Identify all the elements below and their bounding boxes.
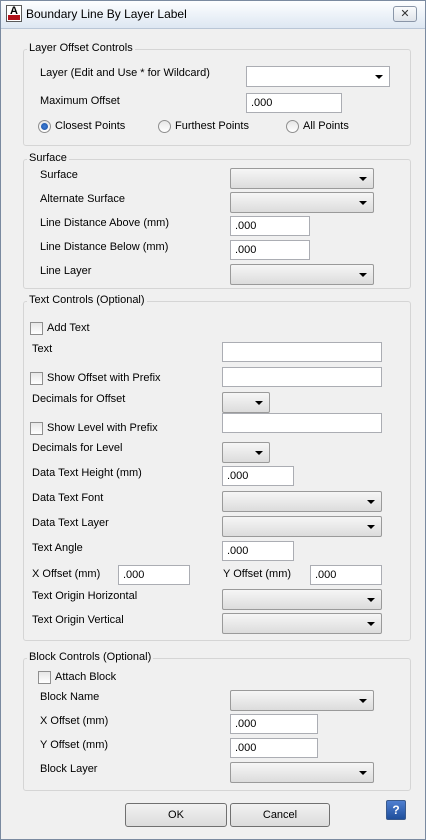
all-points-label: All Points [303,120,349,132]
data-text-font-dropdown[interactable] [222,491,382,512]
text-controls-legend: Text Controls (Optional) [27,294,147,306]
furthest-points-radio[interactable] [158,120,171,133]
text-y-offset-label: Y Offset (mm) [223,568,292,580]
chevron-down-icon [367,622,375,626]
layer-offset-legend: Layer Offset Controls [27,42,135,54]
origin-v-dropdown[interactable] [222,613,382,634]
text-input[interactable] [222,342,382,362]
show-offset-label: Show Offset with Prefix [47,372,161,384]
app-icon-badge [8,15,20,20]
chevron-down-icon [255,401,263,405]
close-button[interactable]: ✕ [393,6,417,22]
help-icon: ? [392,803,400,817]
data-text-height-input[interactable]: .000 [222,466,294,486]
offset-prefix-input[interactable] [222,367,382,387]
chevron-down-icon [359,201,367,205]
text-label: Text [32,343,53,355]
block-name-dropdown[interactable] [230,690,374,711]
furthest-points-label: Furthest Points [175,120,249,132]
all-points-radio[interactable] [286,120,299,133]
add-text-label: Add Text [47,322,90,334]
dist-below-input[interactable]: .000 [230,240,310,260]
closest-points-label: Closest Points [55,120,126,132]
block-layer-label: Block Layer [40,763,98,775]
max-offset-label: Maximum Offset [40,95,120,107]
attach-block-checkbox[interactable] [38,671,51,684]
decimals-offset-dropdown[interactable] [222,392,270,413]
block-x-offset-input[interactable]: .000 [230,714,318,734]
show-level-checkbox[interactable] [30,422,43,435]
cancel-button[interactable]: Cancel [230,803,330,827]
alt-surface-label: Alternate Surface [40,193,125,205]
chevron-down-icon [359,699,367,703]
chevron-down-icon [367,598,375,602]
ok-button[interactable]: OK [125,803,227,827]
dist-above-input[interactable]: .000 [230,216,310,236]
close-icon: ✕ [400,8,410,20]
autocad-app-icon: A [6,5,22,22]
help-button[interactable]: ? [386,800,406,820]
chevron-down-icon [367,500,375,504]
surface-legend: Surface [27,152,69,164]
text-angle-label: Text Angle [32,542,83,554]
line-layer-dropdown[interactable] [230,264,374,285]
dist-above-label: Line Distance Above (mm) [40,217,169,229]
block-y-offset-label: Y Offset (mm) [40,739,109,751]
chevron-down-icon [375,75,383,79]
show-level-label: Show Level with Prefix [47,422,158,434]
closest-points-radio[interactable] [38,120,51,133]
data-text-height-label: Data Text Height (mm) [32,467,142,479]
data-text-font-label: Data Text Font [32,492,104,504]
layer-label: Layer (Edit and Use * for Wildcard) [40,67,210,79]
chevron-down-icon [359,177,367,181]
surface-dropdown[interactable] [230,168,374,189]
show-offset-checkbox[interactable] [30,372,43,385]
text-x-offset-label: X Offset (mm) [32,568,101,580]
decimals-level-label: Decimals for Level [32,442,123,454]
dialog-window: A Boundary Line By Layer Label ✕ Layer O… [0,0,426,840]
data-text-layer-dropdown[interactable] [222,516,382,537]
surface-label: Surface [40,169,78,181]
decimals-level-dropdown[interactable] [222,442,270,463]
window-title: Boundary Line By Layer Label [26,7,187,21]
dist-below-label: Line Distance Below (mm) [40,241,169,253]
chevron-down-icon [367,525,375,529]
block-layer-dropdown[interactable] [230,762,374,783]
level-prefix-input[interactable] [222,413,382,433]
chevron-down-icon [255,451,263,455]
max-offset-input[interactable]: .000 [246,93,342,113]
block-y-offset-input[interactable]: .000 [230,738,318,758]
layer-combobox[interactable] [246,66,390,87]
chevron-down-icon [359,771,367,775]
data-text-layer-label: Data Text Layer [32,517,109,529]
text-x-offset-input[interactable]: .000 [118,565,190,585]
text-y-offset-input[interactable]: .000 [310,565,382,585]
block-name-label: Block Name [40,691,100,703]
block-controls-legend: Block Controls (Optional) [27,651,154,663]
origin-h-label: Text Origin Horizontal [32,590,138,602]
text-angle-input[interactable]: .000 [222,541,294,561]
line-layer-label: Line Layer [40,265,92,277]
origin-h-dropdown[interactable] [222,589,382,610]
decimals-offset-label: Decimals for Offset [32,393,126,405]
alt-surface-dropdown[interactable] [230,192,374,213]
title-bar: A Boundary Line By Layer Label ✕ [1,1,425,29]
block-x-offset-label: X Offset (mm) [40,715,109,727]
attach-block-label: Attach Block [55,671,117,683]
origin-v-label: Text Origin Vertical [32,614,124,626]
chevron-down-icon [359,273,367,277]
add-text-checkbox[interactable] [30,322,43,335]
